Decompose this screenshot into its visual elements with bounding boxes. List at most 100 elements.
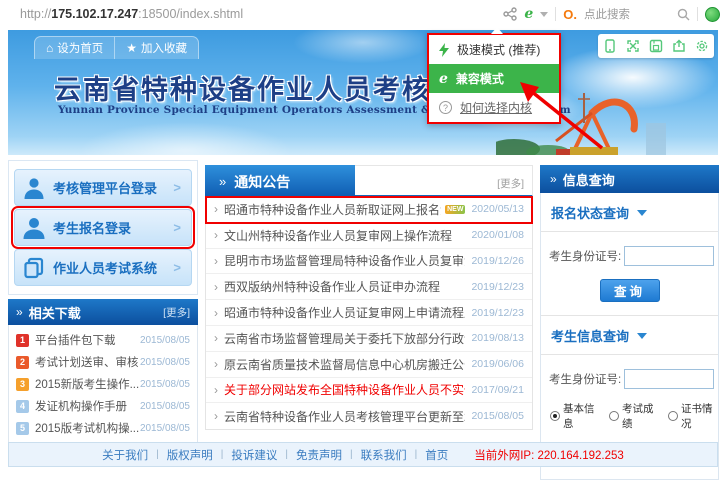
radio-label: 考试成绩 bbox=[622, 401, 659, 431]
download-date: 2015/08/05 bbox=[140, 335, 190, 346]
engine-dropdown-chevron-icon[interactable] bbox=[540, 12, 548, 17]
chevron-right-icon: > bbox=[173, 180, 191, 195]
radio-icon bbox=[668, 411, 678, 421]
rank-badge: 3 bbox=[16, 378, 29, 391]
notices-section-header: » 通知公告 [更多] bbox=[205, 165, 533, 197]
signup-status-query-toggle[interactable]: 报名状态查询 bbox=[541, 193, 718, 232]
candidate-id-input[interactable] bbox=[624, 369, 714, 389]
bullet-icon: › bbox=[214, 254, 218, 268]
notice-item[interactable]: › 昆明市市场监督管理局特种设备作业人员复审流程... 2019/12/26 bbox=[206, 249, 532, 275]
lightning-icon bbox=[439, 43, 449, 57]
query-panel: 报名状态查询 考生身份证号: 查询 考生信息查询 考生身份证号: 基本信息 考试… bbox=[540, 193, 719, 480]
menu-item-label: 如何选择内核 bbox=[460, 99, 532, 116]
footer-link-disclaimer[interactable]: 免责声明 bbox=[296, 447, 342, 463]
separator: | bbox=[221, 449, 224, 460]
radio-icon bbox=[609, 411, 619, 421]
download-item[interactable]: 5 2015版考试机构操... 2015/08/05 bbox=[9, 417, 197, 439]
search-engine-logo[interactable]: O. bbox=[563, 7, 577, 22]
rank-badge: 1 bbox=[16, 334, 29, 347]
radio-certificate-status[interactable]: 证书情况 bbox=[668, 401, 718, 431]
query-subsection-title: 考生信息查询 bbox=[551, 326, 629, 345]
download-item[interactable]: 1 平台插件包下载 2015/08/05 bbox=[9, 329, 197, 351]
menu-item-speed-mode[interactable]: 极速模式 (推荐) bbox=[429, 35, 559, 64]
download-item[interactable]: 4 发证机构操作手册 2015/08/05 bbox=[9, 395, 197, 417]
save-icon[interactable] bbox=[649, 39, 663, 53]
footer-link-complaint[interactable]: 投诉建议 bbox=[231, 447, 277, 463]
footer-link-copyright[interactable]: 版权声明 bbox=[167, 447, 213, 463]
candidate-id-input[interactable] bbox=[624, 246, 714, 266]
share-icon[interactable] bbox=[503, 7, 517, 21]
notice-item[interactable]: › 关于部分网站发布全国特种设备作业人员不实信息... 2017/09/21 bbox=[206, 378, 532, 404]
search-icon[interactable] bbox=[677, 8, 690, 21]
radio-icon bbox=[550, 411, 560, 421]
login-panel: 考核管理平台登录 > 考生报名登录 > 作业人员考试系统 > bbox=[8, 160, 198, 295]
menu-item-kernel-help[interactable]: ? 如何选择内核 bbox=[429, 93, 559, 122]
notices-list: › 昭通市特种设备作业人员新取证网上报名流程 NEW 2020/05/13 › … bbox=[205, 197, 533, 430]
notice-title: 关于部分网站发布全国特种设备作业人员不实信息... bbox=[224, 381, 465, 398]
sidebar-item-admin-login[interactable]: 考核管理平台登录 > bbox=[14, 169, 192, 206]
id-number-label: 考生身份证号: bbox=[549, 248, 621, 264]
bullet-icon: › bbox=[214, 383, 218, 397]
download-title: 考试计划送审、审核 ... bbox=[35, 354, 140, 370]
sidebar-item-label: 作业人员考试系统 bbox=[53, 258, 173, 277]
notice-date: 2019/12/26 bbox=[465, 255, 524, 267]
mobile-view-icon[interactable] bbox=[603, 39, 617, 53]
query-button[interactable]: 查询 bbox=[600, 279, 660, 302]
ie-engine-icon: e bbox=[439, 71, 448, 87]
home-icon: ⌂ bbox=[46, 41, 53, 55]
notice-date: 2019/08/13 bbox=[465, 332, 524, 344]
share-page-icon[interactable] bbox=[672, 39, 686, 53]
notice-item[interactable]: › 文山州特种设备作业人员复审网上操作流程 2020/01/08 bbox=[206, 223, 532, 249]
browser-engine-icon[interactable]: e bbox=[524, 6, 533, 22]
browser-search-input[interactable]: 点此搜索 bbox=[584, 6, 670, 22]
notice-date: 2020/01/08 bbox=[465, 229, 524, 241]
download-item[interactable]: 2 考试计划送审、审核 ... 2015/08/05 bbox=[9, 351, 197, 373]
chevron-right-icon: > bbox=[173, 220, 191, 235]
radio-exam-score[interactable]: 考试成绩 bbox=[609, 401, 659, 431]
url-port-path: :18500/index.shtml bbox=[138, 7, 243, 21]
sidebar-item-candidate-signup-login[interactable]: 考生报名登录 > bbox=[14, 209, 192, 246]
sidebar-item-label: 考生报名登录 bbox=[53, 218, 173, 237]
menu-item-compat-mode[interactable]: e 兼容模式 bbox=[429, 64, 559, 93]
notice-item[interactable]: › 原云南省质量技术监督局信息中心机房搬迁公告 2019/06/06 bbox=[206, 352, 532, 378]
footer-link-contact[interactable]: 联系我们 bbox=[361, 447, 407, 463]
set-homepage-button[interactable]: ⌂设为首页 bbox=[35, 37, 114, 59]
notice-date: 2017/09/21 bbox=[465, 384, 524, 396]
section-marker: » bbox=[16, 305, 23, 319]
footer-link-home[interactable]: 首页 bbox=[425, 447, 448, 463]
footer-link-about[interactable]: 关于我们 bbox=[102, 447, 148, 463]
tab-notices[interactable]: » 通知公告 bbox=[205, 165, 355, 198]
settings-gear-icon[interactable] bbox=[695, 39, 709, 53]
chevron-right-icon: > bbox=[173, 260, 191, 275]
downloads-more-link[interactable]: [更多] bbox=[163, 305, 190, 320]
browser-logo-icon[interactable] bbox=[705, 7, 720, 22]
downloads-list: 1 平台插件包下载 2015/08/05 2 考试计划送审、审核 ... 201… bbox=[8, 325, 198, 443]
browser-address-bar: http://175.102.17.247:18500/index.shtml … bbox=[0, 0, 726, 28]
download-item[interactable]: 3 2015新版考生操作... 2015/08/05 bbox=[9, 373, 197, 395]
candidate-info-query-toggle[interactable]: 考生信息查询 bbox=[541, 316, 718, 355]
radio-basic-info[interactable]: 基本信息 bbox=[550, 401, 600, 431]
notice-item[interactable]: › 西双版纳州特种设备作业人员证申办流程 2019/12/23 bbox=[206, 274, 532, 300]
bullet-icon: › bbox=[214, 228, 218, 242]
quick-links: ⌂设为首页 ★加入收藏 bbox=[34, 36, 199, 59]
fullscreen-icon[interactable] bbox=[626, 39, 640, 53]
notice-item[interactable]: › 云南省特种设备作业人员考核管理平台更新至20... 2015/08/05 bbox=[206, 403, 532, 429]
notice-item[interactable]: › 昭通市特种设备作业人员证复审网上申请流程及相... 2019/12/23 bbox=[206, 300, 532, 326]
download-date: 2015/08/05 bbox=[140, 357, 190, 368]
notice-date: 2015/08/05 bbox=[465, 410, 524, 422]
notice-item[interactable]: › 昭通市特种设备作业人员新取证网上报名流程 NEW 2020/05/13 bbox=[206, 197, 532, 223]
rank-badge: 5 bbox=[16, 422, 29, 435]
star-icon: ★ bbox=[126, 41, 137, 55]
sidebar-item-exam-system[interactable]: 作业人员考试系统 > bbox=[14, 249, 192, 286]
notice-title: 文山州特种设备作业人员复审网上操作流程 bbox=[224, 227, 452, 244]
menu-item-label: 极速模式 (推荐) bbox=[457, 41, 540, 58]
bullet-icon: › bbox=[214, 331, 218, 345]
chevron-down-icon bbox=[637, 210, 647, 216]
notices-more-link[interactable]: [更多] bbox=[497, 176, 524, 191]
add-favorite-button[interactable]: ★加入收藏 bbox=[114, 37, 198, 59]
url-field[interactable]: http://175.102.17.247:18500/index.shtml bbox=[20, 7, 243, 21]
notice-item[interactable]: › 云南省市场监督管理局关于委托下放部分行政许可... 2019/08/13 bbox=[206, 326, 532, 352]
notice-title: 原云南省质量技术监督局信息中心机房搬迁公告 bbox=[224, 356, 465, 373]
notice-date: 2019/06/06 bbox=[465, 358, 524, 370]
person-icon bbox=[15, 216, 53, 240]
